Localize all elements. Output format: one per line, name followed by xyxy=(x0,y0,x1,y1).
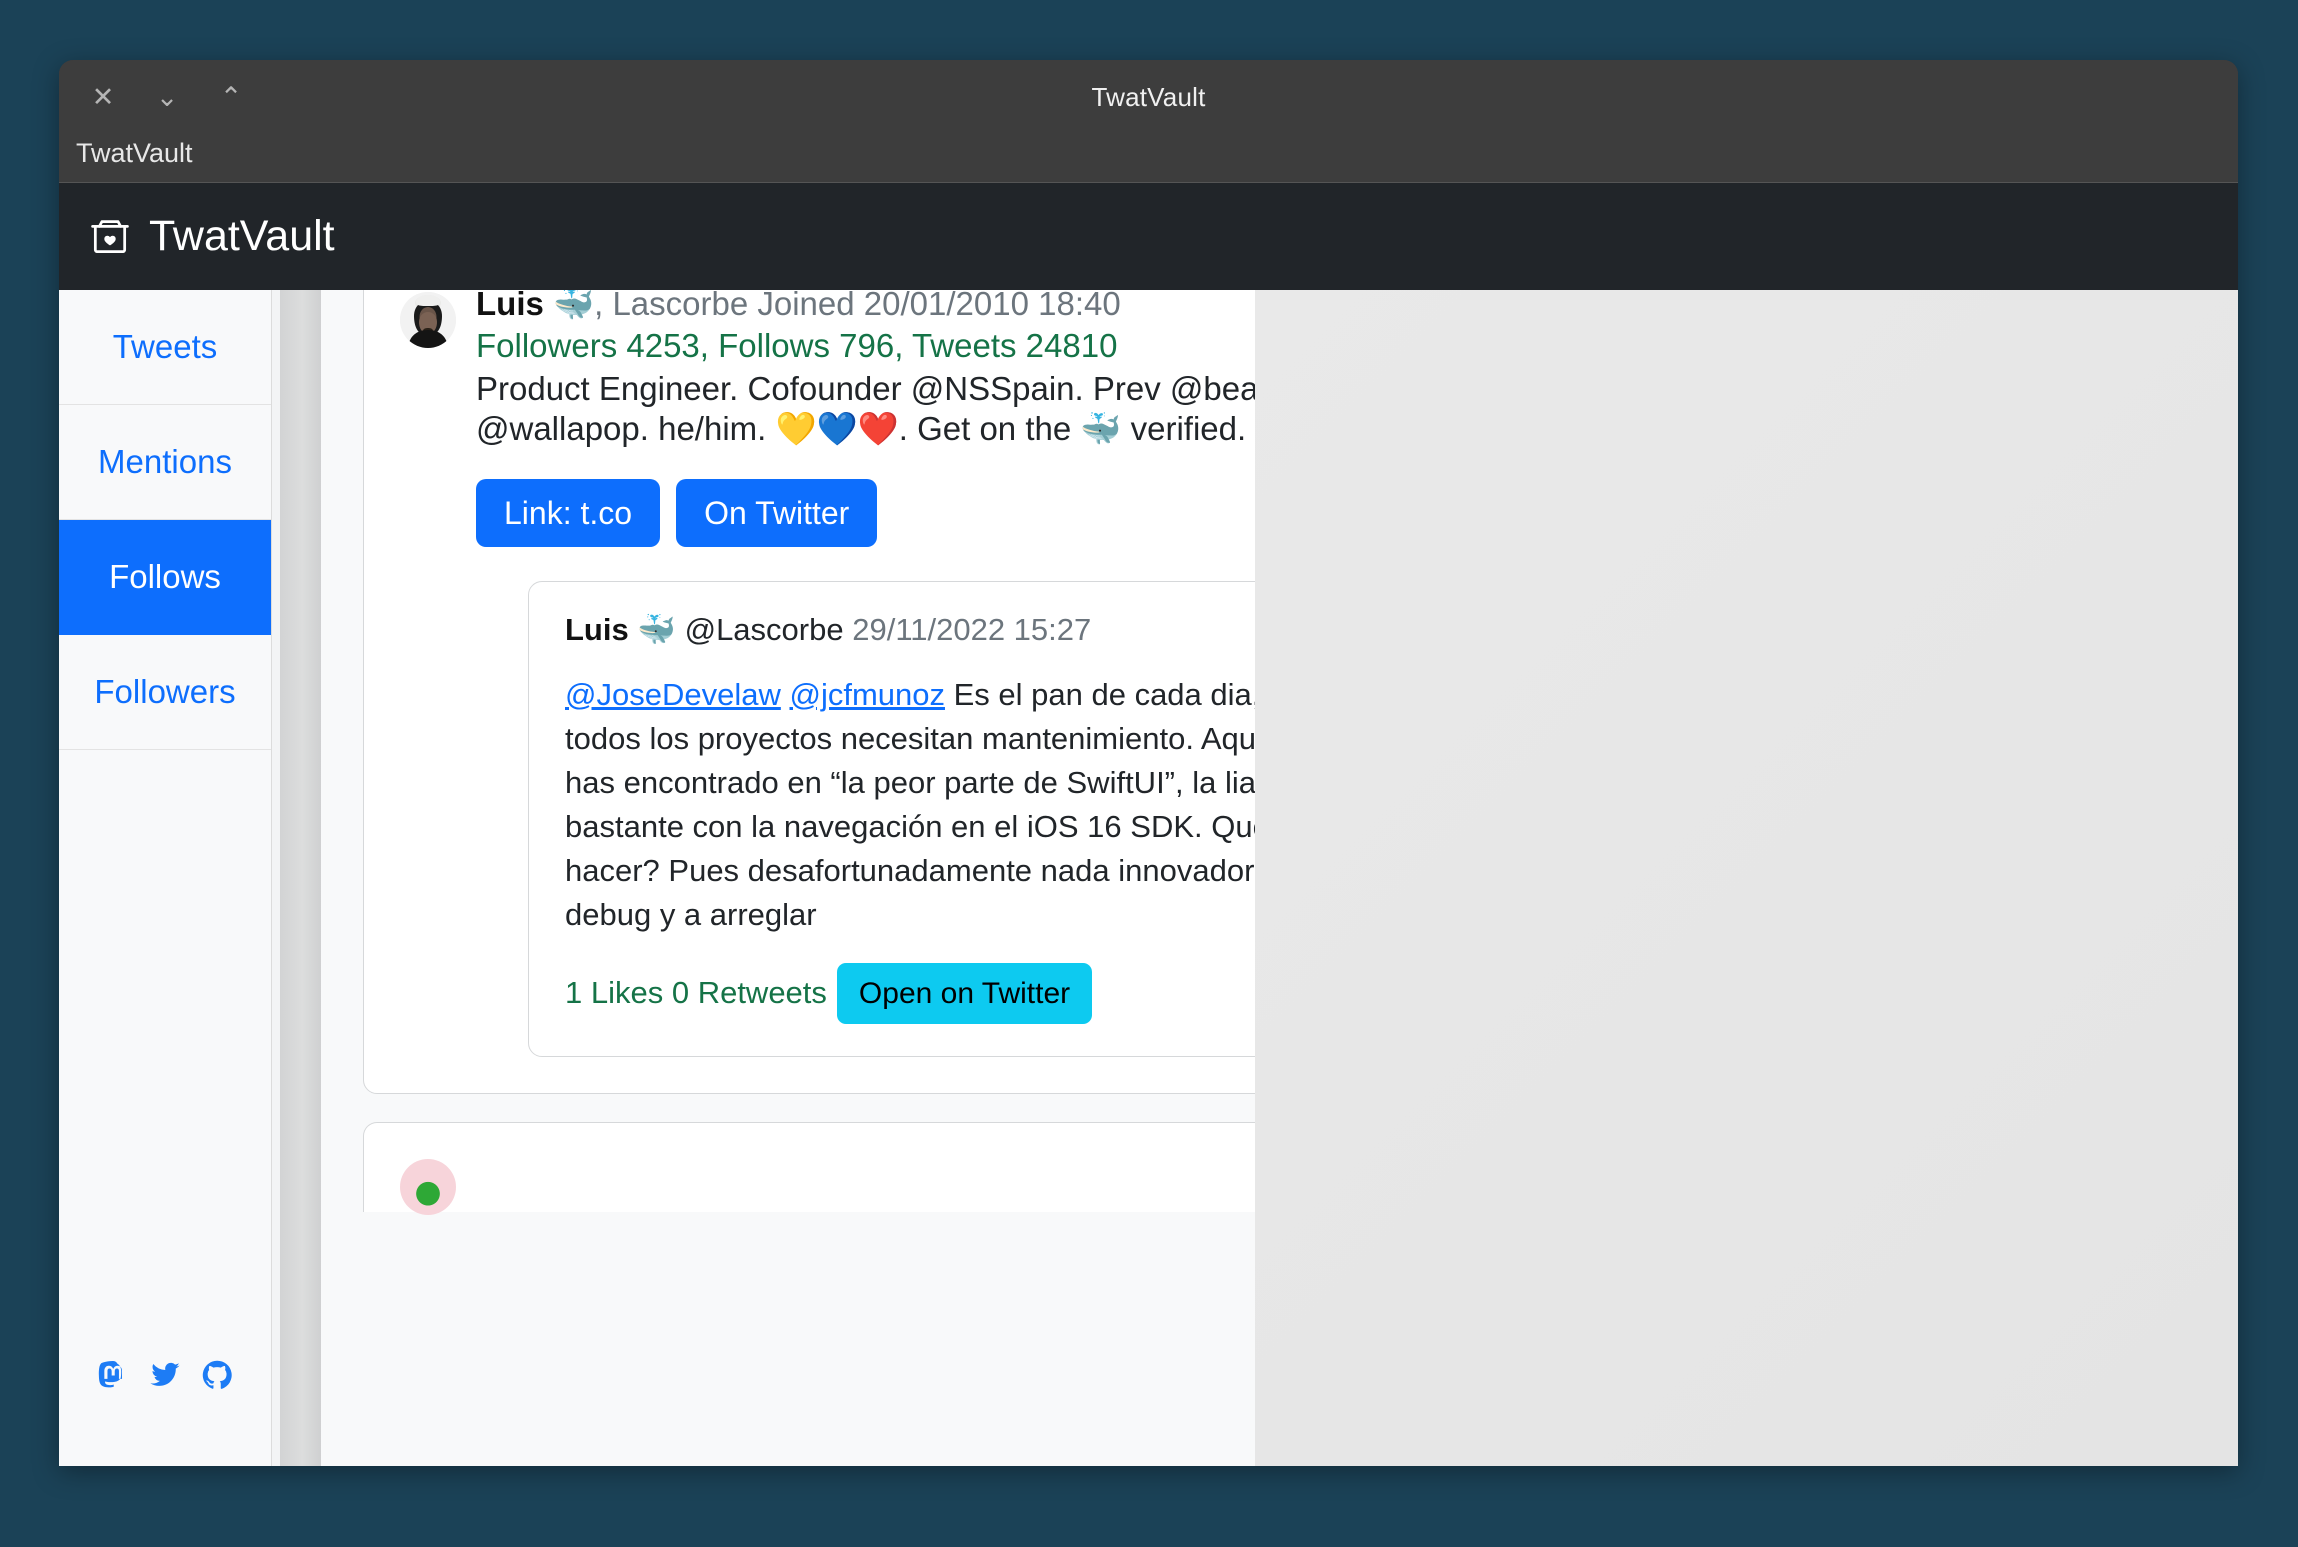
github-icon[interactable] xyxy=(199,1357,235,1393)
tweet-handle: @Lascorbe xyxy=(684,612,844,648)
on-twitter-button[interactable]: On Twitter xyxy=(676,479,878,548)
tweet-footer: 1 Likes 0 Retweets Open on Twitter xyxy=(565,962,1255,1025)
nested-tweet-card: Luis 🐳 @Lascorbe 29/11/2022 15:27 @JoseD… xyxy=(528,581,1255,1058)
link-tco-button[interactable]: Link: t.co xyxy=(476,479,661,548)
archive-box-heart-icon xyxy=(88,215,132,259)
joined-date: 20/01/2010 18:40 xyxy=(863,290,1121,322)
tweet-counts: 1 Likes 0 Retweets xyxy=(565,975,827,1011)
whale-emoji: 🐳 xyxy=(637,612,676,649)
profile-display-name: Luis xyxy=(476,290,544,322)
sidebar-item-label: Tweets xyxy=(112,328,218,365)
feed-list: Luis 🐳, Lascorbe Joined 20/01/2010 18:40… xyxy=(321,290,1255,1216)
open-on-twitter-button[interactable]: Open on Twitter xyxy=(836,962,1093,1025)
scrollbar-thumb[interactable] xyxy=(280,290,321,1466)
window-tab-label[interactable]: TwatVault xyxy=(76,138,193,169)
sidebar: Tweets Mentions Follows Followers xyxy=(59,290,272,1466)
tweet-timestamp: 29/11/2022 15:27 xyxy=(852,612,1092,648)
sidebar-item-label: Follows xyxy=(109,558,221,595)
application-window: ✕ ⌄ ⌃ TwatVault TwatVault TwatVault Twee… xyxy=(59,60,2238,1466)
sidebar-item-tweets[interactable]: Tweets xyxy=(59,290,271,405)
profile-row: Luis 🐳, Lascorbe Joined 20/01/2010 18:40… xyxy=(400,290,1255,1058)
profile-bio-text: Product Engineer. Cofounder @NSSpain. Pr… xyxy=(476,369,1255,448)
tweet-header: Luis 🐳 @Lascorbe 29/11/2022 15:27 xyxy=(565,610,1255,650)
tweet-mention-2[interactable]: @jcfmunoz xyxy=(789,677,945,712)
joined-label: Joined xyxy=(757,290,855,322)
profile-actions: Link: t.co On Twitter xyxy=(476,479,1255,548)
sidebar-item-label: Mentions xyxy=(98,443,232,480)
feed-scroll-region: Luis 🐳, Lascorbe Joined 20/01/2010 18:40… xyxy=(272,290,1255,1466)
whale-emoji: 🐳 xyxy=(553,290,595,323)
twitter-icon[interactable] xyxy=(147,1357,183,1393)
avatar xyxy=(400,292,456,348)
vertical-scrollbar[interactable] xyxy=(272,290,321,1466)
avatar xyxy=(400,1159,456,1216)
page-body: Tweets Mentions Follows Followers Luis 🐳… xyxy=(59,290,2238,1466)
feed-viewport: Luis 🐳, Lascorbe Joined 20/01/2010 18:40… xyxy=(321,290,1255,1466)
profile-handle-suffix: , Lascorbe xyxy=(594,290,749,322)
empty-right-pane xyxy=(1255,290,2238,1466)
sidebar-item-followers[interactable]: Followers xyxy=(59,635,271,750)
profile-name-line: Luis 🐳, Lascorbe Joined 20/01/2010 18:40 xyxy=(476,290,1255,325)
desktop-background: ✕ ⌄ ⌃ TwatVault TwatVault TwatVault Twee… xyxy=(0,0,2298,1547)
sidebar-item-follows[interactable]: Follows xyxy=(59,520,271,635)
sidebar-item-label: Followers xyxy=(94,673,236,710)
tweet-display-name: Luis xyxy=(565,612,629,648)
mastodon-icon[interactable] xyxy=(95,1357,131,1393)
sidebar-item-mentions[interactable]: Mentions xyxy=(59,405,271,520)
next-card-partial xyxy=(363,1122,1255,1216)
tweet-body-text: Es el pan de cada dia, todos los proyect… xyxy=(565,676,1255,932)
brand-label: TwatVault xyxy=(149,212,335,260)
tweet-text: @JoseDevelaw @jcfmunoz Es el pan de cada… xyxy=(565,673,1255,937)
profile-stats: Followers 4253, Follows 796, Tweets 2481… xyxy=(476,326,1118,364)
window-titlebar: ✕ ⌄ ⌃ TwatVault TwatVault xyxy=(59,60,2238,183)
brand-link[interactable]: TwatVault xyxy=(88,212,335,261)
follow-card: Luis 🐳, Lascorbe Joined 20/01/2010 18:40… xyxy=(363,290,1255,1095)
tweet-mention-1[interactable]: @JoseDevelaw xyxy=(565,677,781,712)
window-title: TwatVault xyxy=(1091,82,1206,112)
profile-bio: Product Engineer. Cofounder @NSSpain. Pr… xyxy=(476,369,1255,450)
app-navbar: TwatVault xyxy=(59,183,2238,290)
social-links xyxy=(59,1357,271,1393)
